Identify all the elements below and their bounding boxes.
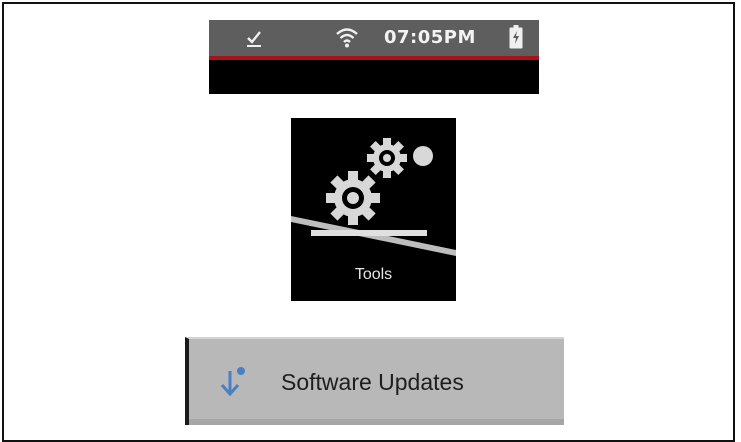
button-bottom-edge: [189, 419, 564, 425]
wifi-icon: [336, 28, 358, 48]
status-bar-panel: 07:05PM: [209, 20, 539, 94]
status-bar-accent-line: [209, 56, 539, 60]
download-arrow-icon: [220, 367, 245, 397]
software-updates-button[interactable]: Software Updates: [185, 337, 564, 425]
tools-label: Tools: [354, 266, 393, 283]
software-updates-label: Software Updates: [281, 369, 464, 395]
tools-tile[interactable]: Tools: [291, 118, 456, 301]
battery-charging-icon: [509, 25, 523, 49]
check-icon: [247, 31, 261, 47]
status-time: 07:05PM: [384, 27, 476, 48]
gears-icon: [291, 138, 456, 256]
status-bar: 07:05PM: [209, 20, 539, 56]
